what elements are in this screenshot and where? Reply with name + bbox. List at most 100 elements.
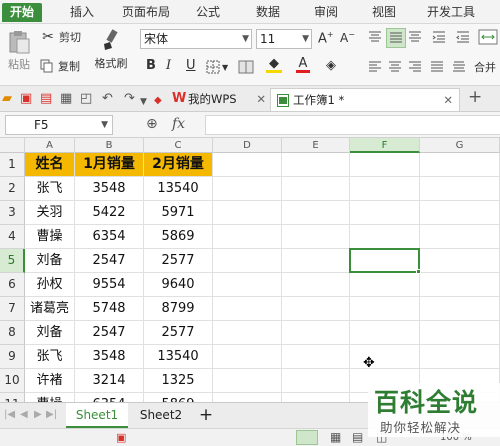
table-cell[interactable]: 张飞: [25, 345, 75, 369]
table-cell[interactable]: 张飞: [25, 177, 75, 201]
normal-view-button[interactable]: [296, 430, 318, 445]
table-cell[interactable]: 2547: [75, 321, 144, 345]
table-cell[interactable]: 2547: [75, 249, 144, 273]
empty-cell[interactable]: [213, 393, 282, 402]
header-cell[interactable]: 1月销量: [75, 153, 144, 177]
empty-cell[interactable]: [350, 345, 420, 369]
row-header-3[interactable]: 3: [0, 201, 25, 225]
last-sheet-icon[interactable]: ▶|: [46, 409, 57, 420]
empty-cell[interactable]: [213, 249, 282, 273]
name-box[interactable]: F5 ▼: [5, 115, 113, 135]
empty-cell[interactable]: [282, 369, 350, 393]
row-header-10[interactable]: 10: [0, 369, 25, 393]
row-header-1[interactable]: 1: [0, 153, 25, 177]
empty-cell[interactable]: [420, 273, 500, 297]
open-folder-icon[interactable]: ▰: [2, 91, 12, 107]
align-bottom-button[interactable]: [408, 30, 422, 44]
empty-cell[interactable]: [350, 201, 420, 225]
table-cell[interactable]: 1325: [144, 369, 213, 393]
empty-cell[interactable]: [213, 177, 282, 201]
close-icon[interactable]: ✕: [256, 88, 266, 110]
table-cell[interactable]: 13540: [144, 177, 213, 201]
tab-view[interactable]: 视图: [364, 3, 404, 22]
empty-cell[interactable]: [420, 321, 500, 345]
column-header-d[interactable]: D: [213, 138, 282, 153]
table-cell[interactable]: 孙权: [25, 273, 75, 297]
empty-cell[interactable]: [213, 201, 282, 225]
table-cell[interactable]: 5971: [144, 201, 213, 225]
column-header-a[interactable]: A: [25, 138, 75, 153]
next-sheet-icon[interactable]: ▶: [34, 409, 42, 420]
row-header-6[interactable]: 6: [0, 273, 25, 297]
spreadsheet-grid[interactable]: A B C D E F G 1 姓名 1月销量 2月销量 2 张飞 3548 13540 3 关羽 5422 597…: [0, 138, 500, 402]
justify-button[interactable]: [430, 60, 444, 74]
close-icon[interactable]: ✕: [443, 89, 453, 111]
tab-developer[interactable]: 开发工具: [420, 3, 482, 22]
clear-format-button[interactable]: ◈: [326, 58, 336, 73]
row-header-2[interactable]: 2: [0, 177, 25, 201]
tab-workbook1[interactable]: 工作簿1 * ✕: [270, 88, 460, 111]
table-cell[interactable]: 6354: [75, 225, 144, 249]
chevron-down-icon[interactable]: ▼: [101, 116, 108, 134]
print-icon[interactable]: ▦: [60, 91, 72, 107]
zoom-search-icon[interactable]: ⊕: [146, 116, 158, 132]
align-center-button[interactable]: [388, 60, 402, 74]
table-cell[interactable]: 刘备: [25, 321, 75, 345]
empty-cell[interactable]: [213, 153, 282, 177]
tab-page-layout[interactable]: 页面布局: [115, 3, 177, 22]
select-all-corner[interactable]: [0, 138, 25, 153]
table-cell[interactable]: 8799: [144, 297, 213, 321]
paste-button[interactable]: 粘贴: [4, 30, 34, 72]
sheet-tab-sheet1[interactable]: Sheet1: [66, 403, 128, 428]
row-header-11[interactable]: 11: [0, 393, 25, 402]
tab-home[interactable]: 开始: [2, 3, 42, 22]
table-cell[interactable]: 5869: [144, 393, 213, 402]
fill-handle[interactable]: [416, 269, 421, 274]
row-header-7[interactable]: 7: [0, 297, 25, 321]
table-cell[interactable]: 3214: [75, 369, 144, 393]
empty-cell[interactable]: [282, 177, 350, 201]
table-cell[interactable]: 3548: [75, 177, 144, 201]
empty-cell[interactable]: [420, 201, 500, 225]
column-header-f[interactable]: F: [350, 138, 420, 153]
table-cell[interactable]: 刘备: [25, 249, 75, 273]
table-cell[interactable]: 6354: [75, 393, 144, 402]
underline-button[interactable]: U: [186, 58, 196, 73]
tab-my-wps[interactable]: W 我的WPS ✕: [166, 88, 270, 111]
column-header-c[interactable]: C: [144, 138, 213, 153]
italic-button[interactable]: I: [166, 58, 171, 73]
empty-cell[interactable]: [350, 297, 420, 321]
copy-button[interactable]: 复制: [40, 58, 80, 74]
empty-cell[interactable]: [282, 297, 350, 321]
empty-cell[interactable]: [420, 297, 500, 321]
align-top-button[interactable]: [368, 30, 382, 44]
header-cell[interactable]: 姓名: [25, 153, 75, 177]
tab-review[interactable]: 审阅: [306, 3, 346, 22]
empty-cell[interactable]: [213, 297, 282, 321]
status-doc-icon[interactable]: ▣: [116, 431, 126, 444]
empty-cell[interactable]: [420, 153, 500, 177]
table-cell[interactable]: 诸葛亮: [25, 297, 75, 321]
table-cell[interactable]: 5422: [75, 201, 144, 225]
distribute-button[interactable]: [452, 60, 466, 74]
empty-cell[interactable]: [282, 225, 350, 249]
add-sheet-button[interactable]: +: [196, 403, 216, 428]
row-header-9[interactable]: 9: [0, 345, 25, 369]
row-header-5[interactable]: 5: [0, 249, 25, 273]
empty-cell[interactable]: [282, 153, 350, 177]
table-cell[interactable]: 13540: [144, 345, 213, 369]
border-button[interactable]: ▼: [206, 60, 228, 74]
empty-cell[interactable]: [282, 273, 350, 297]
table-cell[interactable]: 5748: [75, 297, 144, 321]
table-cell[interactable]: 9640: [144, 273, 213, 297]
row-header-8[interactable]: 8: [0, 321, 25, 345]
table-cell[interactable]: 9554: [75, 273, 144, 297]
empty-cell[interactable]: [420, 177, 500, 201]
empty-cell[interactable]: [213, 345, 282, 369]
table-cell[interactable]: 3548: [75, 345, 144, 369]
merge-center-button[interactable]: 合并: [474, 59, 496, 75]
indent-button[interactable]: [432, 30, 446, 44]
empty-cell[interactable]: [350, 153, 420, 177]
column-header-e[interactable]: E: [282, 138, 350, 153]
empty-cell[interactable]: [282, 345, 350, 369]
